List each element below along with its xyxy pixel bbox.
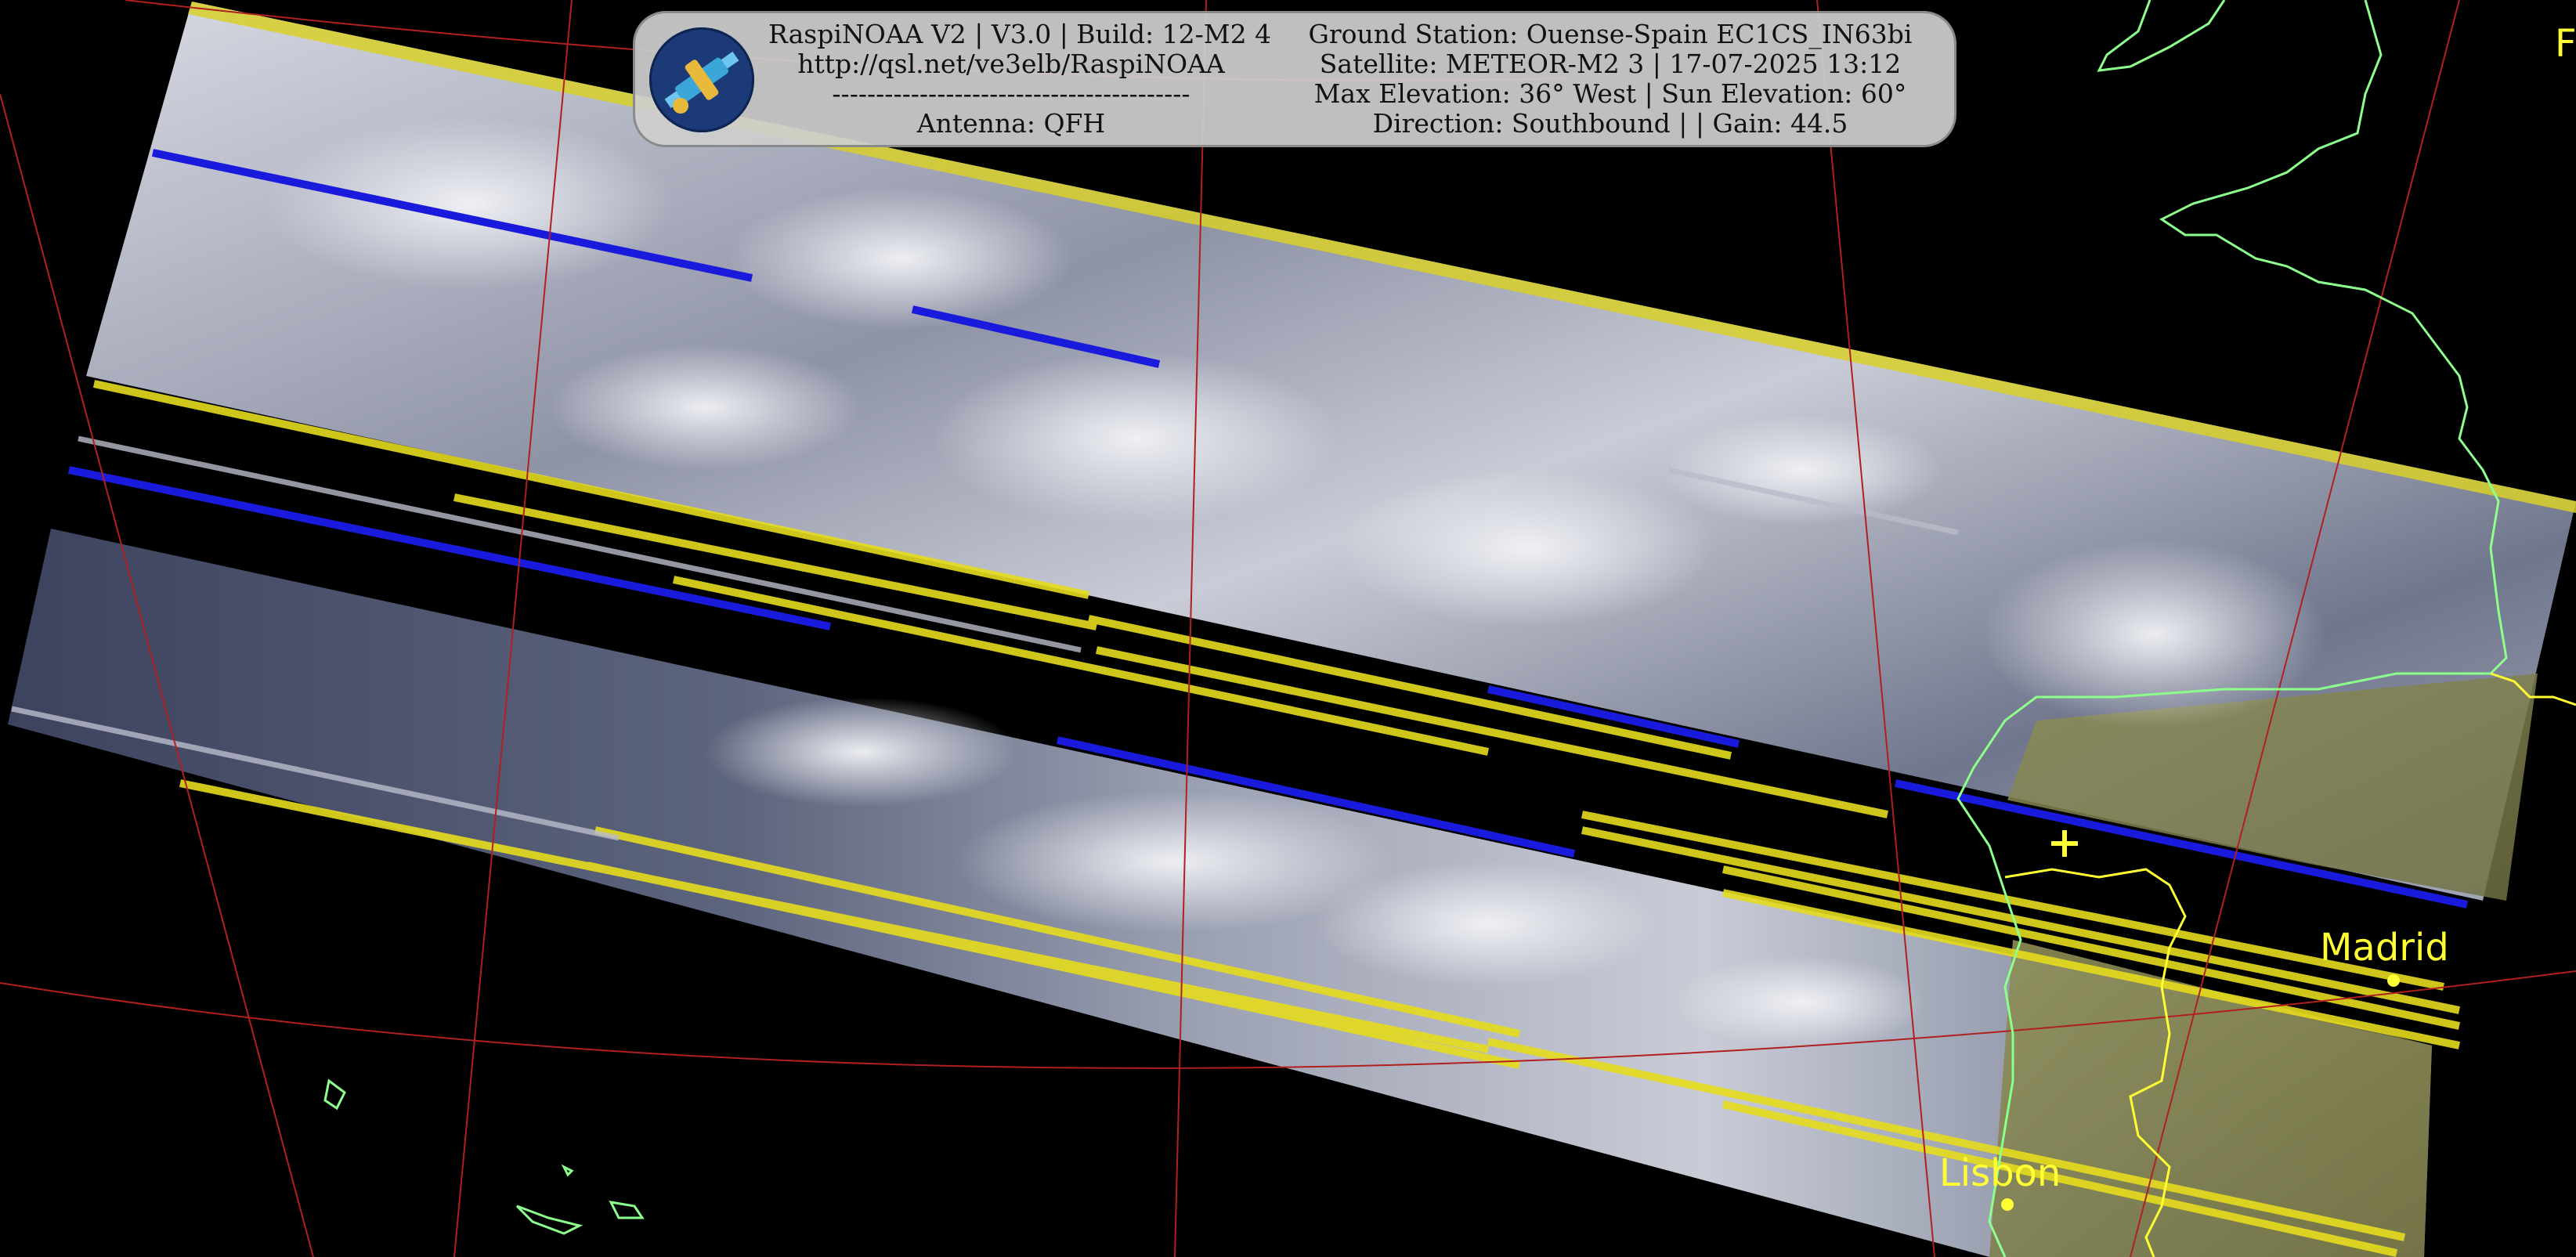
city-dot-madrid bbox=[2387, 974, 2400, 987]
satellite-logo-icon bbox=[649, 27, 754, 132]
info-right-column: Ground Station: Ouense-Spain EC1CS_IN63b… bbox=[1285, 20, 1935, 139]
build-line: RaspiNOAA V2 | V3.0 | Build: 12-M2 4 bbox=[768, 19, 1272, 49]
divider-line: ----------------------------------------… bbox=[832, 78, 1190, 109]
city-dot-lisbon bbox=[2001, 1198, 2014, 1211]
satellite-line: Satellite: METEOR-M2 3 | 17-07-2025 13:1… bbox=[1319, 49, 1902, 79]
url-line: http://qsl.net/ve3elb/RaspiNOAA bbox=[797, 49, 1225, 79]
antenna-line: Antenna: QFH bbox=[916, 108, 1106, 139]
direction-line: Direction: Southbound | | Gain: 44.5 bbox=[1372, 108, 1848, 139]
elevation-line: Max Elevation: 36° West | Sun Elevation:… bbox=[1313, 78, 1907, 109]
ground-station-line: Ground Station: Ouense-Spain EC1CS_IN63b… bbox=[1308, 19, 1913, 49]
edge-label: F bbox=[2555, 22, 2576, 66]
city-label-madrid: Madrid bbox=[2320, 926, 2449, 970]
satellite-image bbox=[0, 0, 2576, 1257]
info-left-column: RaspiNOAA V2 | V3.0 | Build: 12-M2 4 htt… bbox=[768, 19, 1272, 139]
city-label-lisbon: Lisbon bbox=[1939, 1151, 2061, 1195]
info-panel: RaspiNOAA V2 | V3.0 | Build: 12-M2 4 htt… bbox=[633, 11, 1956, 147]
